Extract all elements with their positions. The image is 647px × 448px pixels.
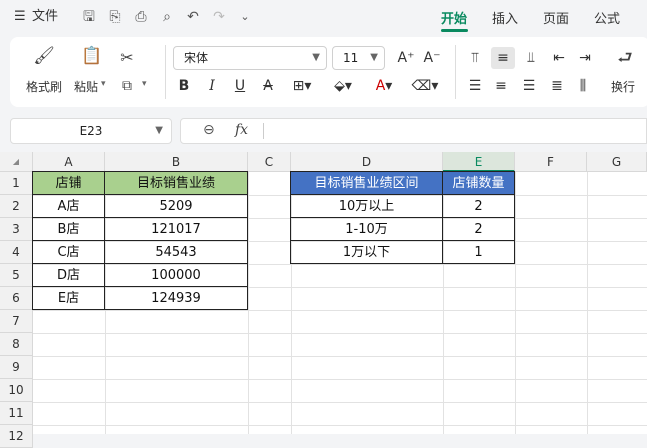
row-header[interactable]: 7 (0, 310, 33, 333)
table-cell[interactable]: B店 (32, 217, 105, 241)
row-header[interactable]: 8 (0, 333, 33, 356)
col-header-f[interactable]: F (515, 152, 587, 172)
col-header-b[interactable]: B (105, 152, 248, 172)
ribbon: 🖌 格式刷 📋 粘贴 ▾ ✂ ⧉ ▾ 宋体 ▼ 11 ▼ A⁺ A⁻ B I U A… (10, 37, 647, 107)
table-header-cell[interactable]: 店铺数量 (442, 171, 515, 195)
redo-icon[interactable]: ↷ (210, 8, 228, 26)
copy-icon[interactable]: ⧉ (116, 75, 138, 97)
row-header[interactable]: 9 (0, 356, 33, 379)
row-header[interactable]: 4 (0, 241, 33, 264)
formula-bar[interactable]: ⊖ fx (180, 118, 647, 144)
format-painter-label[interactable]: 格式刷 (26, 78, 62, 95)
row-header[interactable]: 6 (0, 287, 33, 310)
file-menu[interactable]: 文件 (32, 8, 58, 26)
save-icon[interactable]: 🖫 (80, 8, 98, 26)
table-cell[interactable]: A店 (32, 194, 105, 218)
align-center-icon[interactable]: ≡ (491, 77, 511, 95)
table-cell[interactable]: 1万以下 (290, 240, 443, 264)
justify-icon[interactable]: ≣ (547, 77, 567, 95)
fill-color-icon[interactable]: ⬙▾ (326, 77, 360, 95)
table-header-cell[interactable]: 目标销售业绩 (104, 171, 248, 195)
table-header-cell[interactable]: 店铺 (32, 171, 105, 195)
table-cell[interactable]: 1-10万 (290, 217, 443, 241)
wrap-text-label[interactable]: 换行 (611, 78, 635, 95)
undo-icon[interactable]: ↶ (184, 8, 202, 26)
chevron-down-icon[interactable]: ⌄ (236, 8, 254, 26)
tab-page[interactable]: 页面 (543, 8, 569, 27)
decrease-indent-icon[interactable]: ⇤ (549, 49, 569, 67)
col-header-c[interactable]: C (248, 152, 291, 172)
table-cell[interactable]: 121017 (104, 217, 248, 241)
top-bar: ☰ 文件 🖫 ⎘ ⎙ ⌕ ↶ ↷ ⌄ 开始 插入 页面 公式 (0, 0, 647, 35)
distributed-icon[interactable]: ⫼ (573, 77, 593, 95)
font-size-select[interactable]: 11 ▼ (332, 46, 385, 70)
italic-icon[interactable]: I (203, 77, 221, 95)
row-header[interactable]: 5 (0, 264, 33, 287)
table-cell[interactable]: 54543 (104, 240, 248, 264)
align-left-icon[interactable]: ☰ (465, 77, 485, 95)
fx-icon[interactable]: fx (235, 122, 248, 138)
table-cell[interactable]: C店 (32, 240, 105, 264)
paste-dropdown-icon[interactable]: ▾ (101, 79, 106, 89)
format-painter-icon[interactable]: 🖌 (32, 45, 56, 67)
print-preview-icon[interactable]: ⌕ (158, 8, 176, 26)
col-header-g[interactable]: G (587, 152, 647, 172)
row-header[interactable]: 3 (0, 218, 33, 241)
name-box[interactable]: E23 ▼ (10, 118, 172, 144)
underline-icon[interactable]: U (231, 77, 249, 95)
font-color-icon[interactable]: A▾ (368, 77, 400, 95)
formula-bar-row: E23 ▼ ⊖ fx (0, 112, 647, 150)
table-cell[interactable]: 5209 (104, 194, 248, 218)
increase-indent-icon[interactable]: ⇥ (575, 49, 595, 67)
strikethrough-icon[interactable]: A (259, 77, 277, 95)
font-name-select[interactable]: 宋体 ▼ (173, 46, 327, 70)
align-top-icon[interactable]: ⫪ (465, 49, 485, 67)
table-cell[interactable]: 1 (442, 240, 515, 264)
hamburger-icon[interactable]: ☰ (14, 8, 26, 26)
table-cell[interactable]: 124939 (104, 286, 248, 310)
col-header-d[interactable]: D (291, 152, 443, 172)
export-icon[interactable]: ⎘ (106, 8, 124, 26)
row-header[interactable]: 11 (0, 402, 33, 425)
chevron-down-icon: ▼ (370, 52, 378, 63)
increase-font-icon[interactable]: A⁺ (396, 49, 416, 67)
zoom-icon[interactable]: ⊖ (203, 122, 215, 138)
col-header-e[interactable]: E (443, 152, 515, 172)
decrease-font-icon[interactable]: A⁻ (422, 49, 442, 67)
clear-format-icon[interactable]: ⌫▾ (408, 77, 442, 95)
table-cell[interactable]: 10万以上 (290, 194, 443, 218)
select-all-corner[interactable]: ◢ (0, 152, 33, 172)
table-header-cell[interactable]: 目标销售业绩区间 (290, 171, 443, 195)
paste-label[interactable]: 粘贴 (74, 78, 98, 95)
chevron-down-icon: ▼ (155, 125, 163, 136)
paste-icon[interactable]: 📋 (80, 45, 104, 67)
tab-formula[interactable]: 公式 (594, 8, 620, 27)
bold-icon[interactable]: B (175, 77, 193, 95)
table-cell[interactable]: 100000 (104, 263, 248, 287)
table-cell[interactable]: E店 (32, 286, 105, 310)
align-right-icon[interactable]: ☰ (519, 77, 539, 95)
row-header[interactable]: 10 (0, 379, 33, 402)
tab-insert[interactable]: 插入 (492, 8, 518, 27)
align-bottom-icon[interactable]: ⫫ (521, 49, 541, 67)
row-header[interactable]: 2 (0, 195, 33, 218)
row-header[interactable]: 1 (0, 172, 33, 195)
col-header-a[interactable]: A (33, 152, 105, 172)
row-header[interactable]: 12 (0, 425, 33, 448)
table-cell[interactable]: 2 (442, 217, 515, 241)
border-icon[interactable]: ⊞▾ (287, 77, 317, 95)
spreadsheet-grid[interactable]: ◢ A B C D E F G 1 2 3 4 5 6 7 8 9 10 11 … (0, 152, 647, 448)
align-middle-icon[interactable]: ≡ (491, 47, 515, 69)
table-cell[interactable]: D店 (32, 263, 105, 287)
chevron-down-icon: ▼ (312, 52, 320, 63)
tab-home[interactable]: 开始 (441, 8, 467, 27)
active-tab-indicator (441, 29, 468, 32)
table-cell[interactable]: 2 (442, 194, 515, 218)
wrap-text-icon[interactable]: ⮐ (614, 47, 636, 69)
cut-icon[interactable]: ✂ (116, 47, 138, 69)
print-icon[interactable]: ⎙ (132, 8, 150, 26)
copy-dropdown-icon[interactable]: ▾ (142, 79, 147, 89)
